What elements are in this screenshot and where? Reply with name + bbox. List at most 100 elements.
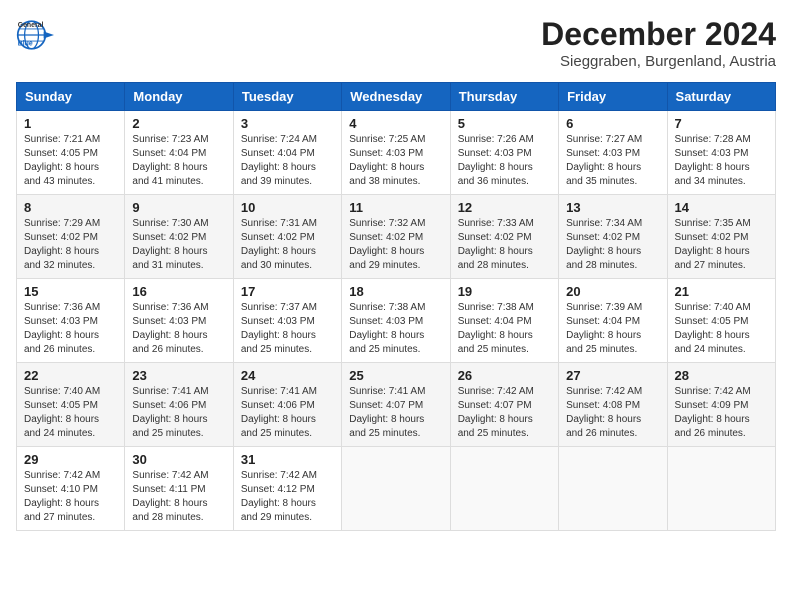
calendar-table: SundayMondayTuesdayWednesdayThursdayFrid… <box>16 82 776 531</box>
day-info: Sunrise: 7:41 AM Sunset: 4:07 PM Dayligh… <box>349 385 442 441</box>
day-info: Sunrise: 7:37 AM Sunset: 4:03 PM Dayligh… <box>241 301 334 357</box>
day-info: Sunrise: 7:42 AM Sunset: 4:10 PM Dayligh… <box>24 469 117 525</box>
calendar-week-row: 8 Sunrise: 7:29 AM Sunset: 4:02 PM Daylig… <box>17 195 776 279</box>
day-info: Sunrise: 7:26 AM Sunset: 4:03 PM Dayligh… <box>458 133 551 189</box>
day-number: 21 <box>675 284 768 299</box>
day-info: Sunrise: 7:31 AM Sunset: 4:02 PM Dayligh… <box>241 217 334 273</box>
calendar-day-cell: 15Sunrise: 7:36 AM Sunset: 4:03 PM Dayli… <box>17 279 125 363</box>
day-number: 27 <box>566 368 659 383</box>
day-info: Sunrise: 7:42 AM Sunset: 4:11 PM Dayligh… <box>132 469 225 525</box>
weekday-header: Friday <box>559 83 667 111</box>
day-number: 9 <box>132 200 225 215</box>
calendar-day-cell: 13 Sunrise: 7:34 AM Sunset: 4:02 PM Dayli… <box>559 195 667 279</box>
day-number: 12 <box>458 200 551 215</box>
day-number: 18 <box>349 284 442 299</box>
day-number: 20 <box>566 284 659 299</box>
day-number: 31 <box>241 452 334 467</box>
day-number: 16 <box>132 284 225 299</box>
calendar-day-cell: 1 Sunrise: 7:21 AM Sunset: 4:05 PM Daylig… <box>17 111 125 195</box>
weekday-header: Thursday <box>450 83 558 111</box>
day-info: Sunrise: 7:29 AM Sunset: 4:02 PM Dayligh… <box>24 217 117 273</box>
day-number: 8 <box>24 200 117 215</box>
calendar-day-cell: 30 Sunrise: 7:42 AM Sunset: 4:11 PM Dayli… <box>125 447 233 531</box>
day-number: 11 <box>349 200 442 215</box>
day-info: Sunrise: 7:40 AM Sunset: 4:05 PM Dayligh… <box>675 301 768 357</box>
calendar-day-cell: 26 Sunrise: 7:42 AM Sunset: 4:07 PM Dayli… <box>450 363 558 447</box>
calendar-day-cell <box>342 447 450 531</box>
calendar-day-cell: 19 Sunrise: 7:38 AM Sunset: 4:04 PM Dayli… <box>450 279 558 363</box>
day-number: 28 <box>675 368 768 383</box>
calendar-day-cell <box>450 447 558 531</box>
calendar-header-row: SundayMondayTuesdayWednesdayThursdayFrid… <box>17 83 776 111</box>
location-subtitle: Sieggraben, Burgenland, Austria <box>541 53 776 70</box>
calendar-week-row: 15Sunrise: 7:36 AM Sunset: 4:03 PM Dayli… <box>17 279 776 363</box>
day-info: Sunrise: 7:27 AM Sunset: 4:03 PM Dayligh… <box>566 133 659 189</box>
logo-icon: General Blue <box>16 16 54 54</box>
weekday-header: Saturday <box>667 83 775 111</box>
day-number: 7 <box>675 116 768 131</box>
day-number: 2 <box>132 116 225 131</box>
day-number: 10 <box>241 200 334 215</box>
title-area: December 2024 Sieggraben, Burgenland, Au… <box>541 16 776 70</box>
calendar-day-cell: 6 Sunrise: 7:27 AM Sunset: 4:03 PM Daylig… <box>559 111 667 195</box>
day-info: Sunrise: 7:21 AM Sunset: 4:05 PM Dayligh… <box>24 133 117 189</box>
calendar-day-cell: 25Sunrise: 7:41 AM Sunset: 4:07 PM Dayli… <box>342 363 450 447</box>
calendar-day-cell: 8 Sunrise: 7:29 AM Sunset: 4:02 PM Daylig… <box>17 195 125 279</box>
calendar-week-row: 22Sunrise: 7:40 AM Sunset: 4:05 PM Dayli… <box>17 363 776 447</box>
day-number: 1 <box>24 116 117 131</box>
calendar-day-cell: 10 Sunrise: 7:31 AM Sunset: 4:02 PM Dayli… <box>233 195 341 279</box>
calendar-day-cell: 23Sunrise: 7:41 AM Sunset: 4:06 PM Dayli… <box>125 363 233 447</box>
day-info: Sunrise: 7:42 AM Sunset: 4:08 PM Dayligh… <box>566 385 659 441</box>
calendar-day-cell: 24 Sunrise: 7:41 AM Sunset: 4:06 PM Dayli… <box>233 363 341 447</box>
day-number: 3 <box>241 116 334 131</box>
day-number: 24 <box>241 368 334 383</box>
month-title: December 2024 <box>541 16 776 53</box>
day-info: Sunrise: 7:36 AM Sunset: 4:03 PM Dayligh… <box>24 301 117 357</box>
day-info: Sunrise: 7:40 AM Sunset: 4:05 PM Dayligh… <box>24 385 117 441</box>
calendar-day-cell: 18 Sunrise: 7:38 AM Sunset: 4:03 PM Dayli… <box>342 279 450 363</box>
svg-text:Blue: Blue <box>18 40 33 47</box>
calendar-day-cell: 31 Sunrise: 7:42 AM Sunset: 4:12 PM Dayli… <box>233 447 341 531</box>
day-info: Sunrise: 7:39 AM Sunset: 4:04 PM Dayligh… <box>566 301 659 357</box>
day-number: 6 <box>566 116 659 131</box>
day-info: Sunrise: 7:34 AM Sunset: 4:02 PM Dayligh… <box>566 217 659 273</box>
calendar-day-cell: 22Sunrise: 7:40 AM Sunset: 4:05 PM Dayli… <box>17 363 125 447</box>
day-info: Sunrise: 7:41 AM Sunset: 4:06 PM Dayligh… <box>132 385 225 441</box>
day-number: 13 <box>566 200 659 215</box>
day-info: Sunrise: 7:35 AM Sunset: 4:02 PM Dayligh… <box>675 217 768 273</box>
day-info: Sunrise: 7:28 AM Sunset: 4:03 PM Dayligh… <box>675 133 768 189</box>
day-number: 5 <box>458 116 551 131</box>
calendar-day-cell: 11 Sunrise: 7:32 AM Sunset: 4:02 PM Dayli… <box>342 195 450 279</box>
day-info: Sunrise: 7:30 AM Sunset: 4:02 PM Dayligh… <box>132 217 225 273</box>
day-number: 19 <box>458 284 551 299</box>
calendar-day-cell: 5 Sunrise: 7:26 AM Sunset: 4:03 PM Daylig… <box>450 111 558 195</box>
day-info: Sunrise: 7:42 AM Sunset: 4:09 PM Dayligh… <box>675 385 768 441</box>
day-number: 26 <box>458 368 551 383</box>
logo: General Blue <box>16 16 54 54</box>
calendar-day-cell: 21 Sunrise: 7:40 AM Sunset: 4:05 PM Dayli… <box>667 279 775 363</box>
page-header: General Blue December 2024 Sieggraben, B… <box>16 16 776 70</box>
day-number: 14 <box>675 200 768 215</box>
calendar-day-cell: 7 Sunrise: 7:28 AM Sunset: 4:03 PM Daylig… <box>667 111 775 195</box>
svg-text:General: General <box>18 22 44 29</box>
day-info: Sunrise: 7:42 AM Sunset: 4:12 PM Dayligh… <box>241 469 334 525</box>
day-info: Sunrise: 7:42 AM Sunset: 4:07 PM Dayligh… <box>458 385 551 441</box>
calendar-week-row: 29Sunrise: 7:42 AM Sunset: 4:10 PM Dayli… <box>17 447 776 531</box>
calendar-day-cell <box>559 447 667 531</box>
day-info: Sunrise: 7:32 AM Sunset: 4:02 PM Dayligh… <box>349 217 442 273</box>
day-number: 30 <box>132 452 225 467</box>
day-info: Sunrise: 7:24 AM Sunset: 4:04 PM Dayligh… <box>241 133 334 189</box>
calendar-day-cell: 9 Sunrise: 7:30 AM Sunset: 4:02 PM Daylig… <box>125 195 233 279</box>
day-info: Sunrise: 7:25 AM Sunset: 4:03 PM Dayligh… <box>349 133 442 189</box>
day-info: Sunrise: 7:36 AM Sunset: 4:03 PM Dayligh… <box>132 301 225 357</box>
calendar-day-cell: 20 Sunrise: 7:39 AM Sunset: 4:04 PM Dayli… <box>559 279 667 363</box>
day-info: Sunrise: 7:41 AM Sunset: 4:06 PM Dayligh… <box>241 385 334 441</box>
day-info: Sunrise: 7:23 AM Sunset: 4:04 PM Dayligh… <box>132 133 225 189</box>
day-number: 4 <box>349 116 442 131</box>
day-number: 17 <box>241 284 334 299</box>
day-info: Sunrise: 7:38 AM Sunset: 4:03 PM Dayligh… <box>349 301 442 357</box>
weekday-header: Wednesday <box>342 83 450 111</box>
calendar-day-cell: 17 Sunrise: 7:37 AM Sunset: 4:03 PM Dayli… <box>233 279 341 363</box>
day-info: Sunrise: 7:38 AM Sunset: 4:04 PM Dayligh… <box>458 301 551 357</box>
day-info: Sunrise: 7:33 AM Sunset: 4:02 PM Dayligh… <box>458 217 551 273</box>
